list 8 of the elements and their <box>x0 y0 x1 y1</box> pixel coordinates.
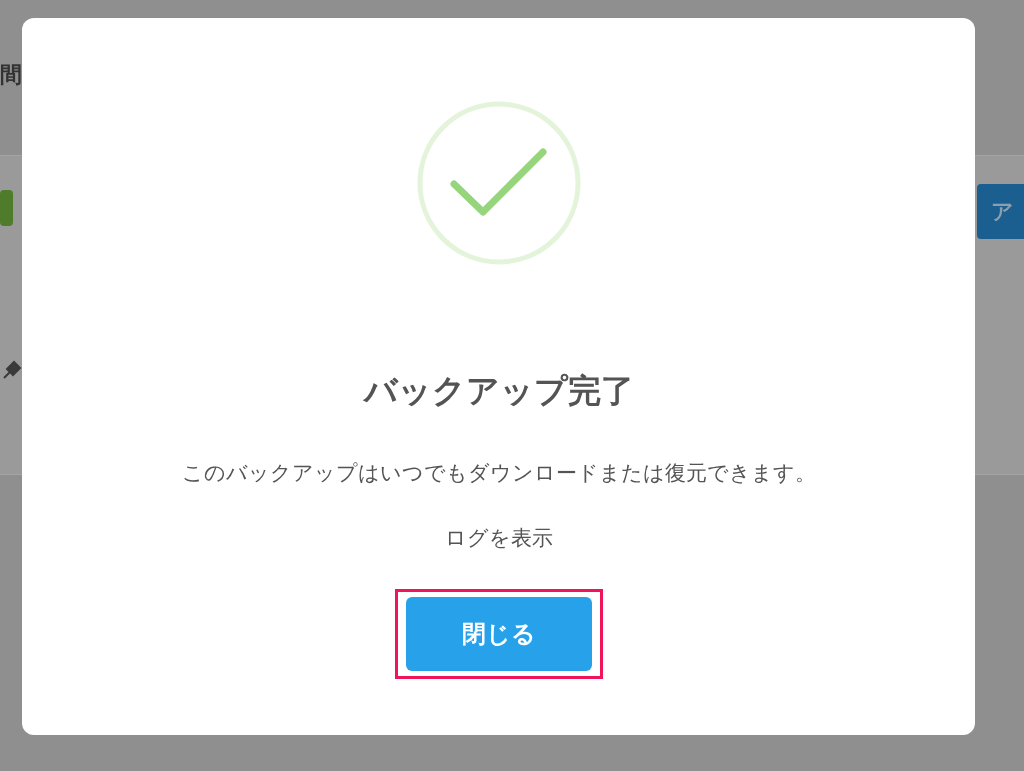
view-log-link[interactable]: ログを表示 <box>444 523 553 555</box>
status-badge <box>0 190 13 226</box>
dialog-title: バックアップ完了 <box>363 370 634 412</box>
page-heading: 間 <box>0 62 22 87</box>
action-button[interactable]: ア <box>977 184 1024 239</box>
close-button[interactable]: 閉じる <box>405 596 592 671</box>
dialog-message: このバックアップはいつでもダウンロードまたは復元できます。 <box>181 459 816 487</box>
checkmark-icon <box>415 100 582 266</box>
